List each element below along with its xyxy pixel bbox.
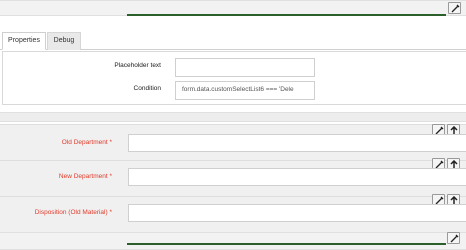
old-department-input[interactable] xyxy=(128,134,466,152)
bottom-settings-button[interactable] xyxy=(447,232,460,244)
wrench-icon xyxy=(450,234,459,243)
new-department-input[interactable] xyxy=(128,168,466,186)
properties-panel: Properties Debug Placeholder text Condit… xyxy=(0,30,466,110)
condition-label: Condition xyxy=(133,85,161,92)
panel-tabs: Properties Debug xyxy=(0,30,466,50)
bottom-toolbar-strip xyxy=(0,232,466,250)
tab-properties-label: Properties xyxy=(8,37,40,44)
bottom-accent-line xyxy=(127,243,446,245)
tab-debug[interactable]: Debug xyxy=(47,32,81,50)
disposition-input[interactable] xyxy=(128,204,466,222)
top-settings-button[interactable] xyxy=(448,2,461,14)
old-department-label: Old Department * xyxy=(61,139,112,146)
placeholder-label: Placeholder text xyxy=(114,62,161,69)
wrench-icon xyxy=(451,4,460,13)
tab-debug-label: Debug xyxy=(53,37,75,44)
condition-input[interactable]: form.data.customSelectList6 === 'Dele xyxy=(175,81,315,100)
tab-properties[interactable]: Properties xyxy=(2,32,46,50)
top-accent-line xyxy=(127,14,446,16)
placeholder-input[interactable] xyxy=(175,58,315,77)
section-divider xyxy=(0,112,466,122)
disposition-label: Disposition (Old Material) * xyxy=(34,209,112,216)
properties-content: Placeholder text Condition form.data.cus… xyxy=(2,51,466,105)
new-department-label: New Department * xyxy=(58,173,112,180)
